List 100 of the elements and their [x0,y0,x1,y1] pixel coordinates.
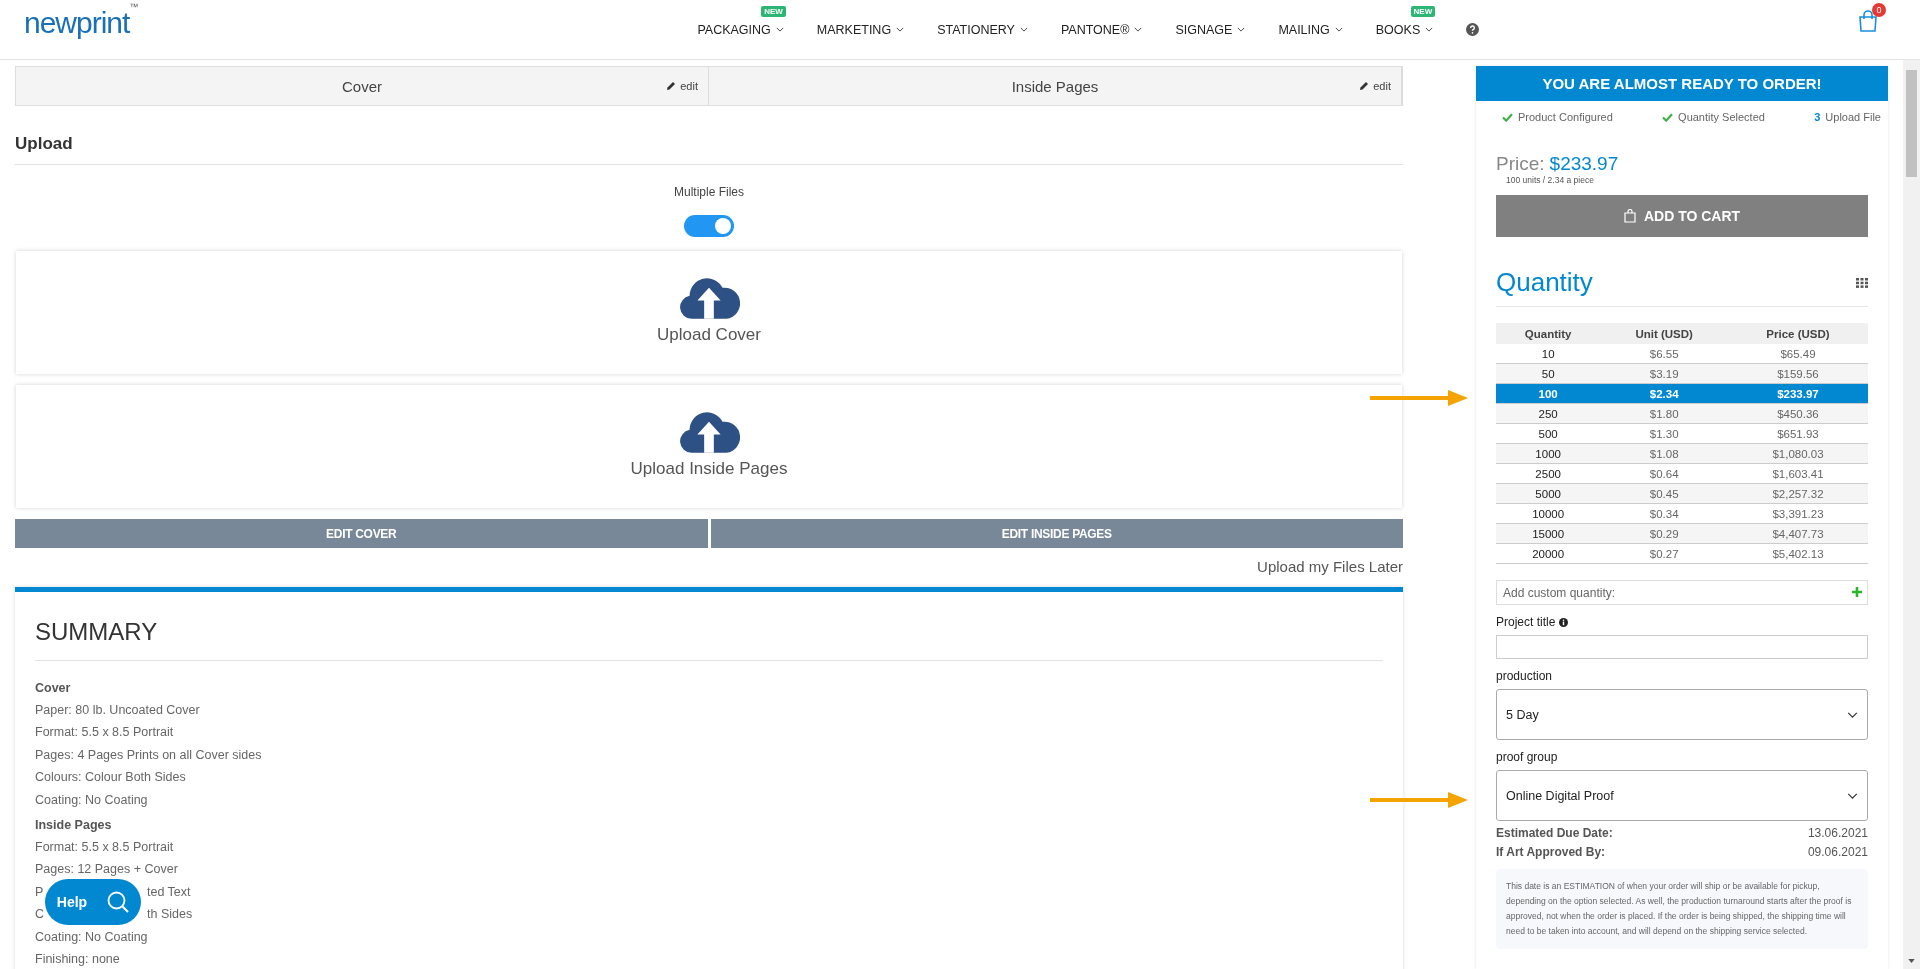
plus-icon[interactable] [1852,587,1862,597]
quantity-row[interactable]: 50 $3.19 $159.56 [1496,363,1868,384]
toggle-label: Multiple Files [674,185,744,199]
quantity-row[interactable]: 10000 $0.34 $3,391.23 [1496,503,1868,524]
pencil-icon [666,81,677,91]
summary-line: Paper: 80 lb. Uncoated Cover [35,702,201,719]
step-label: Quantity Selected [1678,111,1765,123]
upload-later-link[interactable]: Upload my Files Later [1257,558,1403,575]
edit-link[interactable]: edit [1359,80,1391,92]
chevron-icon [1134,27,1143,32]
summary-title: SUMMARY [35,618,1383,661]
table-cell: $651.93 [1727,423,1868,444]
scrollbar[interactable] [1903,60,1920,969]
bag-icon [1623,209,1636,223]
summary-line: P [35,883,44,901]
check-icon [1662,112,1674,122]
table-cell: $0.34 [1600,503,1728,524]
estimation-note: This date is an ESTIMATION of when your order will ship or be available for pickup, depending on the option selected. As well, the production turnaround starts after the proof is approved, not when the order is placed. If the order is being shipped, the shipping time will need to be taken into account, and will depend on the shipping service selected. [1496,869,1868,949]
chevron-icon [896,27,905,32]
edit-link[interactable]: edit [666,80,698,92]
part-tab-label: Cover [342,77,382,95]
nav-menu-item[interactable]: PACKAGING [697,22,784,37]
upload-dropzone[interactable]: Upload Cover [16,251,1402,374]
table-cell: $233.97 [1727,383,1868,404]
date-label: If Art Approved By: [1496,845,1606,859]
table-cell: $1,603.41 [1727,463,1868,484]
table-cell: $0.45 [1600,483,1728,504]
price-note: 100 units / 2.34 a piece [1505,175,1595,185]
summary-line: C [35,906,45,924]
quantity-row[interactable]: 250 $1.80 $450.36 [1496,403,1868,424]
nav-menu-item[interactable]: SIGNAGE [1175,22,1246,37]
field-label: proof group [1496,750,1558,764]
table-cell: $1,080.03 [1727,443,1868,464]
scroll-down-icon[interactable] [1908,959,1915,963]
chevron-icon [1334,27,1343,32]
table-cell: 1000 [1496,443,1601,464]
scrollbar-thumb[interactable] [1906,70,1917,177]
quantity-row[interactable]: 20000 $0.27 $5,402.13 [1496,543,1868,564]
chevron-icon [1019,27,1028,32]
grid-icon[interactable] [1856,277,1868,288]
table-cell: $5,402.13 [1727,543,1868,564]
quantity-row[interactable]: 10 $6.55 $65.49 [1496,344,1868,364]
summary-line: ted Text [147,883,191,901]
cloud-upload-icon [678,410,740,453]
column-header: Unit (USD) [1600,323,1728,344]
chevron-icon [1425,27,1434,32]
table-cell: $1.80 [1600,403,1728,424]
quantity-row[interactable]: 5000 $0.45 $2,257.32 [1496,483,1868,504]
upload-dropzone[interactable]: Upload Inside Pages [16,385,1402,508]
quantity-row[interactable]: 1000 $1.08 $1,080.03 [1496,443,1868,464]
nav-menu-item[interactable]: MAILING [1278,22,1343,37]
table-cell: $4,407.73 [1727,523,1868,544]
nav-menu-item[interactable]: STATIONERY [937,22,1028,37]
part-tab[interactable]: Cover edit [16,67,709,105]
cloud-upload-icon [678,276,740,319]
table-cell: $450.36 [1727,403,1868,424]
quantity-row[interactable]: 2500 $0.64 $1,603.41 [1496,463,1868,484]
chevron-icon [775,27,784,32]
check-icon [1502,112,1513,122]
quantity-row[interactable]: 100 $2.34 $233.97 [1496,383,1868,404]
dropdown[interactable]: Online Digital Proof [1496,770,1868,821]
pencil-icon [1359,81,1370,91]
date-value: 13.06.2021 [1807,826,1868,840]
add-to-cart-button[interactable]: ADD TO CART [1496,195,1868,237]
part-tab[interactable]: Inside Pages edit [709,67,1402,105]
custom-quantity-field[interactable]: Add custom quantity: [1496,580,1868,605]
nav-menu-item[interactable]: BOOKS [1375,22,1434,37]
dropdown[interactable]: 5 Day [1496,689,1868,740]
nav-menu-item[interactable]: PANTONE® [1060,22,1143,37]
table-cell: 15000 [1496,523,1601,544]
step-number: 3 [1814,111,1821,123]
summary-line: Format: 5.5 x 8.5 Portrait [35,839,175,857]
table-cell: 20000 [1496,543,1601,564]
summary-line: Format: 5.5 x 8.5 Portrait [35,724,175,742]
summary-line: Coating: No Coating [35,791,149,809]
cart-icon[interactable] [1858,10,1878,32]
edit-button[interactable]: EDIT INSIDE PAGES [710,519,1403,548]
summary-heading: Inside Pages [35,817,113,835]
table-cell: 250 [1496,403,1601,424]
new-badge: NEW [1410,5,1436,17]
edit-button[interactable]: EDIT COVER [15,519,708,548]
table-cell: $0.64 [1600,463,1728,484]
toggle-switch[interactable] [684,215,734,237]
table-cell: $1.08 [1600,443,1728,464]
table-cell: 10 [1496,344,1601,364]
help-button[interactable]: Help [45,879,141,925]
summary-line: th Sides [147,906,193,924]
table-cell: $1.30 [1600,423,1728,444]
order-banner: YOU ARE ALMOST READY TO ORDER! [1476,66,1888,101]
nav-menu-item[interactable]: MARKETING [816,22,905,37]
section-title: Upload [15,134,1403,165]
quantity-row[interactable]: 500 $1.30 $651.93 [1496,423,1868,444]
quantity-row[interactable]: 15000 $0.29 $4,407.73 [1496,523,1868,544]
cart-count-badge: 0 [1872,3,1886,17]
project-title-field[interactable] [1496,635,1868,659]
date-value: 09.06.2021 [1807,845,1868,859]
table-cell: $0.27 [1600,543,1728,564]
table-cell: $2,257.32 [1727,483,1868,504]
field-label: production [1496,669,1553,683]
help-icon[interactable] [1466,23,1480,36]
